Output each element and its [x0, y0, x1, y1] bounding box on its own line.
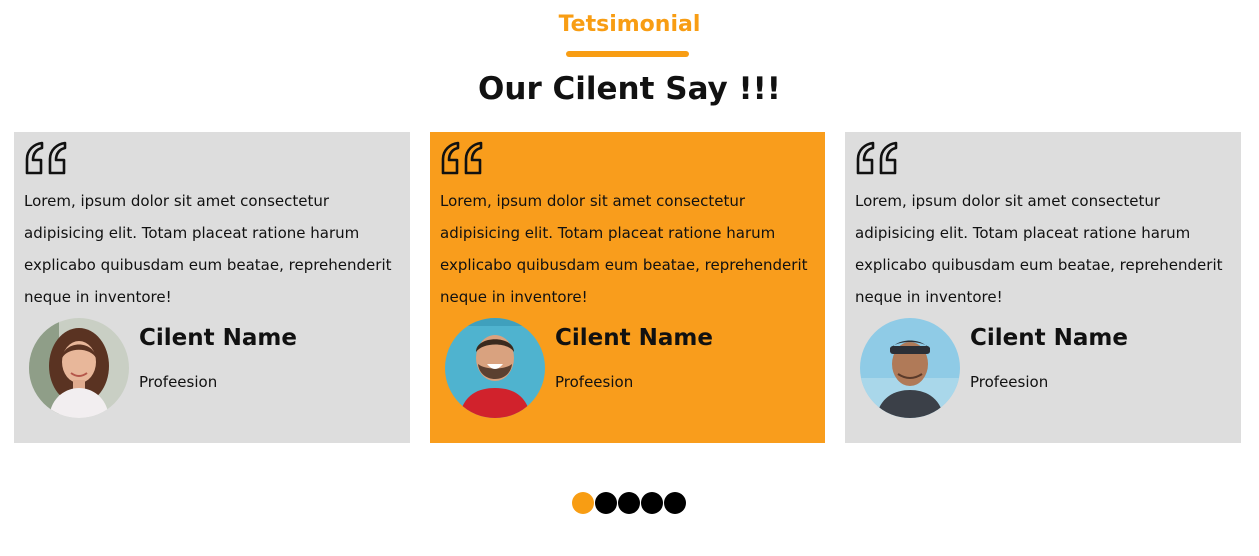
eyebrow-underline — [566, 51, 689, 57]
quote-icon — [25, 141, 67, 175]
pagination-dot-5[interactable] — [664, 492, 686, 514]
client-profession: Profeesion — [970, 373, 1049, 391]
carousel-pagination — [572, 492, 686, 514]
testimonial-text: Lorem, ipsum dolor sit amet consectetur … — [440, 192, 808, 306]
testimonial-section: Tetsimonial Our Cilent Say !!! Lorem, ip… — [0, 0, 1259, 556]
section-heading: Our Cilent Say !!! — [478, 71, 781, 107]
pagination-dot-3[interactable] — [618, 492, 640, 514]
pagination-dot-4[interactable] — [641, 492, 663, 514]
man-cap-portrait-avatar — [860, 318, 960, 418]
testimonial-card: Lorem, ipsum dolor sit amet consectetur … — [845, 132, 1241, 443]
testimonial-card-active: Lorem, ipsum dolor sit amet consectetur … — [430, 132, 825, 443]
client-name: Cilent Name — [555, 325, 713, 351]
section-eyebrow: Tetsimonial — [558, 12, 701, 37]
testimonial-card: Lorem, ipsum dolor sit amet consectetur … — [14, 132, 410, 443]
testimonial-text: Lorem, ipsum dolor sit amet consectetur … — [855, 192, 1223, 306]
client-name: Cilent Name — [970, 325, 1128, 351]
client-profession: Profeesion — [555, 373, 634, 391]
woman-portrait-avatar — [29, 318, 129, 418]
client-profession: Profeesion — [139, 373, 218, 391]
pagination-dot-2[interactable] — [595, 492, 617, 514]
quote-icon — [441, 141, 483, 175]
client-name: Cilent Name — [139, 325, 297, 351]
quote-icon — [856, 141, 898, 175]
pagination-dot-1[interactable] — [572, 492, 594, 514]
testimonial-text: Lorem, ipsum dolor sit amet consectetur … — [24, 192, 392, 306]
man-laughing-portrait-avatar — [445, 318, 545, 418]
